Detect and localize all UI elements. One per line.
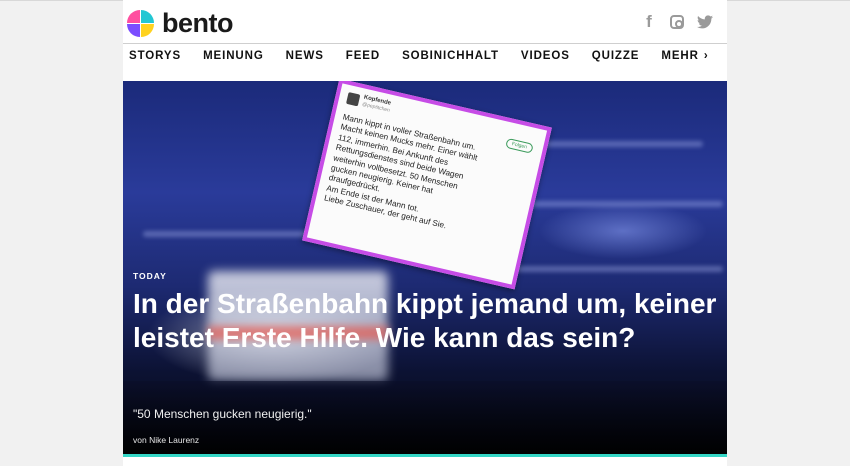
nav-item-quizze[interactable]: QUIZZE [592,50,640,62]
tweet-card: Kopfende @peptitchen Folgen Mann kippt i… [302,81,552,290]
chevron-right-icon: › [703,50,709,62]
site-logo[interactable]: bento [127,8,234,39]
light-streak [143,231,323,237]
nav-item-storys[interactable]: STORYS [129,50,181,62]
light-streak [503,266,723,272]
page-container: bento f STORYS MEINUNG NEWS FEED SOBINIC… [123,0,727,466]
nav-item-feed[interactable]: FEED [346,50,380,62]
article-headline[interactable]: In der Straßenbahn kippt jemand um, kein… [133,287,723,355]
nav-item-mehr-label: MEHR [661,50,699,62]
nav-item-sobinichhalt[interactable]: SOBINICHHALT [402,50,499,62]
twitter-icon[interactable] [697,13,713,31]
article-author: von Nike Laurenz [133,435,200,445]
main-nav: STORYS MEINUNG NEWS FEED SOBINICHHALT VI… [123,44,727,68]
nav-item-mehr[interactable]: MEHR › [661,50,708,62]
facebook-icon[interactable]: f [641,12,657,31]
accent-bar [123,454,727,457]
logo-text: bento [162,8,234,38]
nav-item-videos[interactable]: VIDEOS [521,50,570,62]
article-teaser-quote: "50 Menschen gucken neugierig." [133,407,312,421]
bento-logo-icon [127,10,154,37]
article-kicker: TODAY [133,271,167,281]
social-links: f [641,12,713,31]
tweet-avatar [345,92,361,107]
instagram-icon[interactable] [669,13,685,31]
hero-teaser[interactable]: Kopfende @peptitchen Folgen Mann kippt i… [123,81,727,454]
tweet-text: Mann kippt in voller Straßenbahn um. Mac… [323,112,529,246]
nav-item-news[interactable]: NEWS [286,50,324,62]
nav-item-meinung[interactable]: MEINUNG [203,50,264,62]
